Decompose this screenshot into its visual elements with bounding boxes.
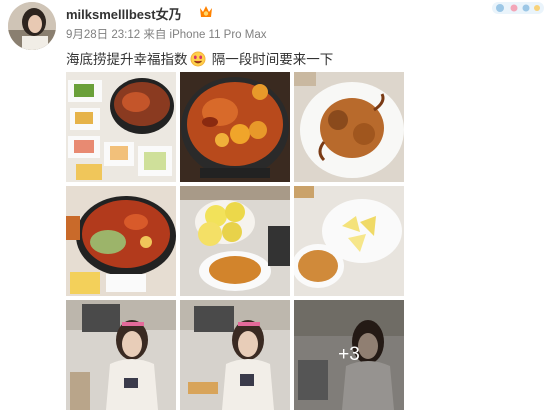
decorative-sticker-icon [492, 0, 544, 14]
more-photos-count: +3 [294, 300, 404, 410]
photo-thumbnail[interactable] [66, 72, 176, 182]
avatar[interactable] [8, 2, 56, 50]
photo-grid: +3 [66, 72, 404, 412]
photo-thumbnail[interactable] [180, 300, 290, 410]
post-text-part-1: 海底捞提升幸福指数 [66, 52, 188, 68]
photo-thumbnail[interactable] [66, 186, 176, 296]
photo-thumbnail[interactable] [66, 300, 176, 410]
photo-thumbnail[interactable] [180, 186, 290, 296]
username-link[interactable]: milksmelllbest女乃 [66, 4, 182, 23]
photo-thumbnail[interactable] [294, 72, 404, 182]
post-text-part-2: 隔一段时间要来一下 [207, 52, 334, 68]
vip-badge-icon[interactable] [198, 4, 214, 19]
post-text: 海底捞提升幸福指数 隔一段时间要来一下 [66, 48, 333, 68]
post-meta: 9月28日 23:12 来自 iPhone 11 Pro Max [66, 29, 267, 41]
photo-thumbnail[interactable] [294, 186, 404, 296]
drooling-face-emoji-icon [190, 51, 206, 67]
photo-thumbnail[interactable] [180, 72, 290, 182]
photo-thumbnail-more[interactable]: +3 [294, 300, 404, 410]
